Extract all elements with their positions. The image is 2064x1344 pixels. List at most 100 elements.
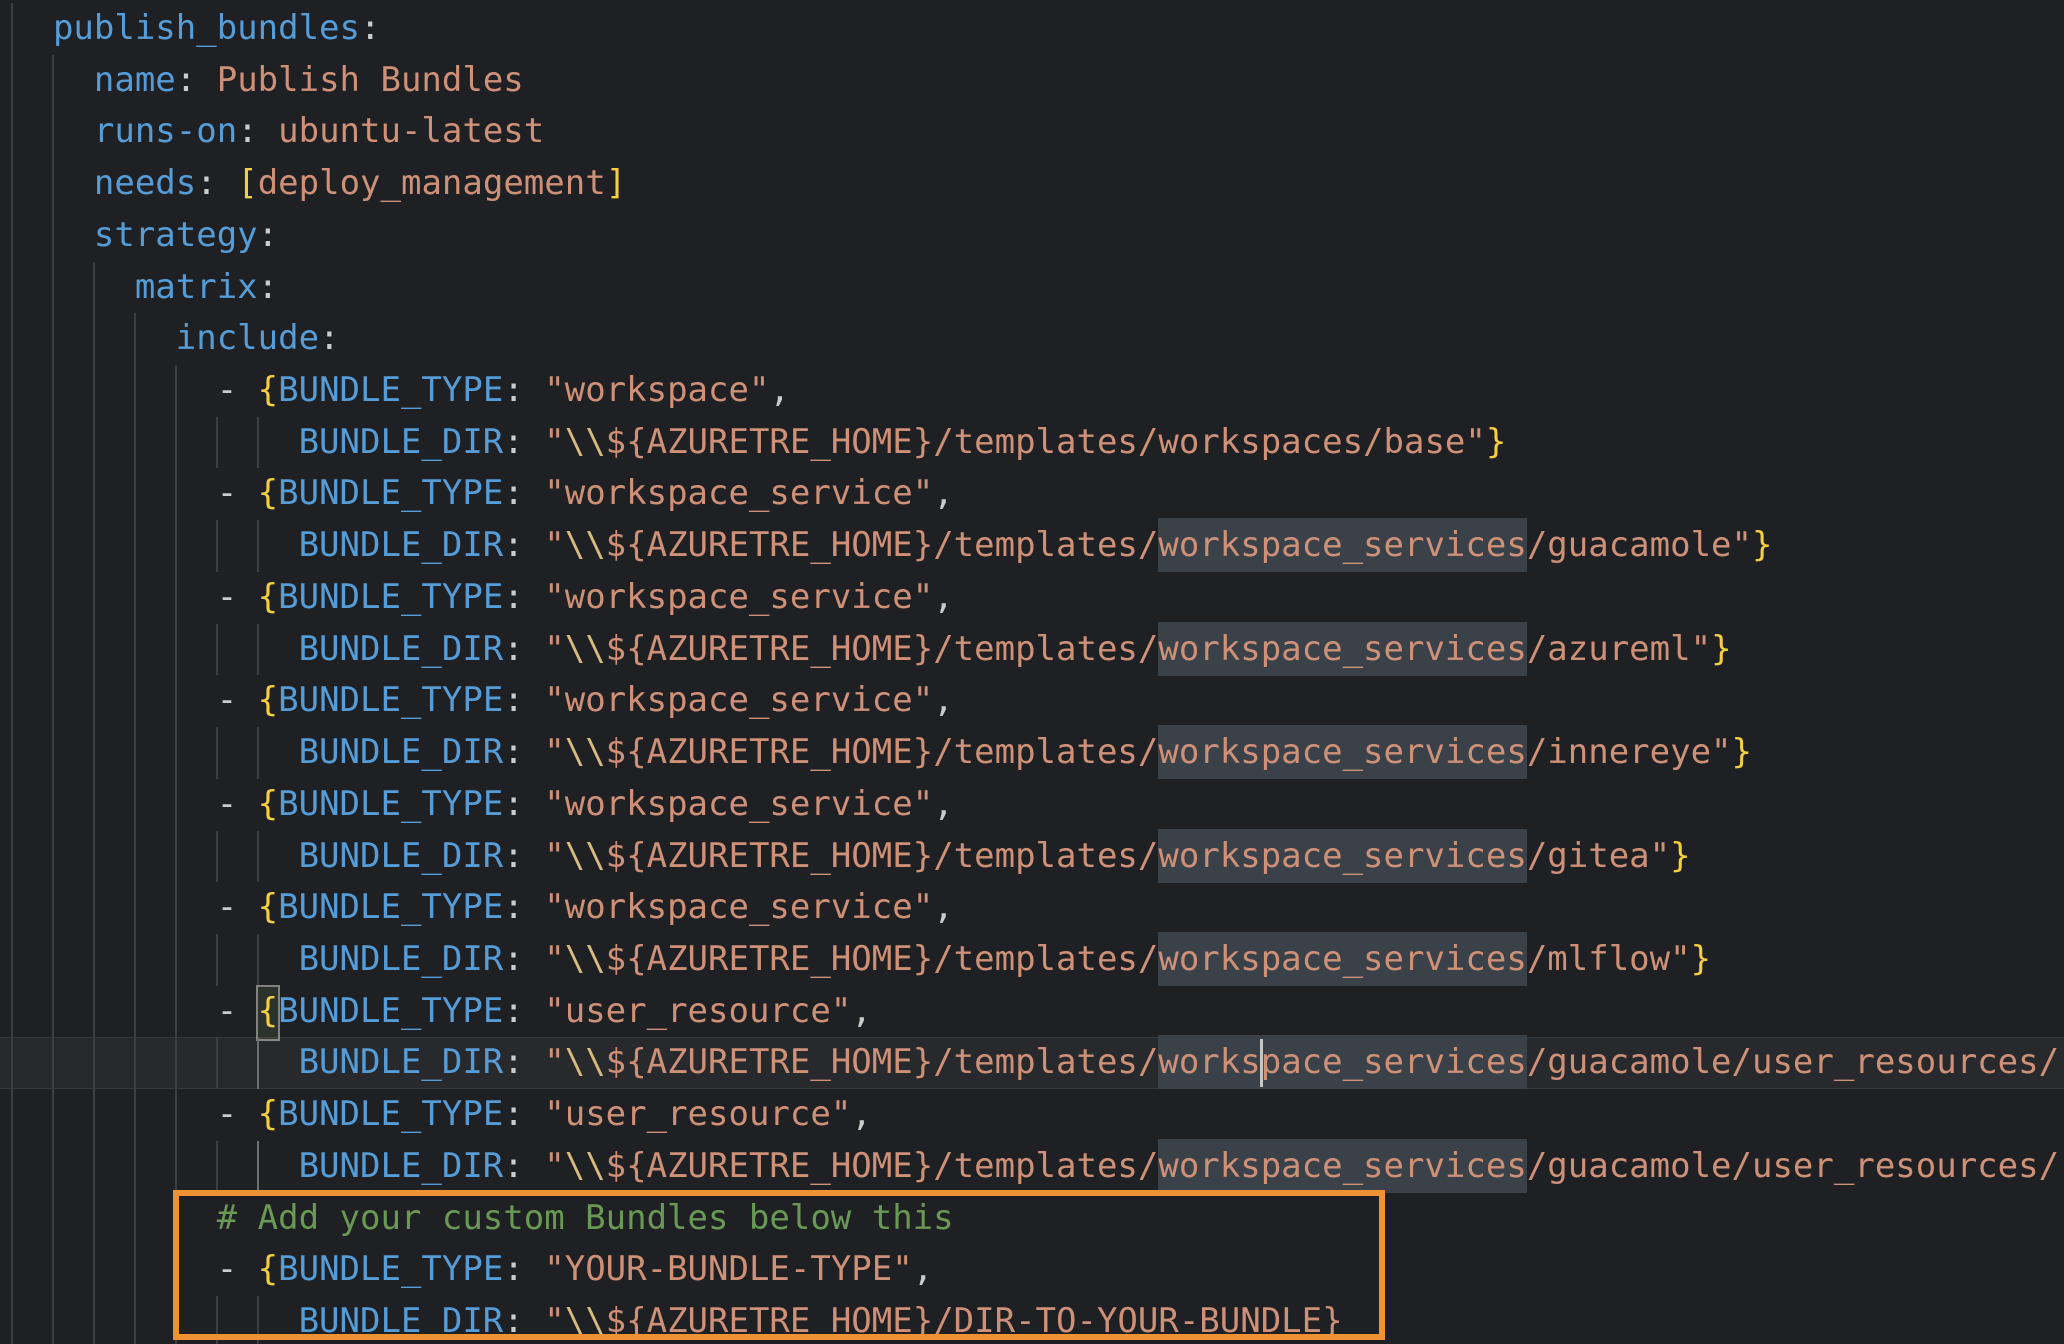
indent-guide (11, 675, 13, 727)
indent-guide (134, 1244, 136, 1296)
token-p: : (503, 732, 544, 772)
code-line[interactable]: runs-on: ubuntu-latest (0, 106, 2064, 158)
token-s: /azureml" (1527, 629, 1711, 669)
token-p: , (933, 887, 953, 927)
indent-guide (216, 624, 218, 676)
code-line[interactable]: matrix: (0, 262, 2064, 314)
indent-guide (216, 417, 218, 469)
token-s: " (544, 525, 564, 565)
code-line[interactable]: - {BUNDLE_TYPE: "workspace", (0, 365, 2064, 417)
token-e: \\ (565, 1146, 606, 1186)
indent-guide (52, 624, 54, 676)
code-line[interactable]: include: (0, 313, 2064, 365)
indent-guide (175, 831, 177, 883)
indent-guide (11, 262, 13, 314)
indent-guide (52, 55, 54, 107)
token-b: { (258, 370, 278, 410)
code-line[interactable]: - {BUNDLE_TYPE: "workspace_service", (0, 572, 2064, 624)
word-occurrence-highlight: workspace_services (1158, 932, 1526, 986)
indent-guide (93, 882, 95, 934)
token-s: "workspace" (544, 370, 769, 410)
indent-guide (175, 986, 177, 1038)
code-text: BUNDLE_DIR: "\\${AZURETRE_HOME}/template… (0, 1141, 2059, 1193)
indent-guide (11, 468, 13, 520)
token-p: : (503, 887, 544, 927)
word-occurrence-highlight: workspace_services (1158, 725, 1526, 779)
code-line[interactable]: BUNDLE_DIR: "\\${AZURETRE_HOME}/template… (0, 934, 2064, 986)
code-text: - {BUNDLE_TYPE: "user_resource", (0, 1089, 872, 1141)
indent-guide (52, 468, 54, 520)
code-text: - {BUNDLE_TYPE: "workspace_service", (0, 882, 954, 934)
code-line[interactable]: BUNDLE_DIR: "\\${AZURETRE_HOME}/template… (0, 831, 2064, 883)
token-e: \\ (565, 1042, 606, 1082)
code-line[interactable]: - {BUNDLE_TYPE: "workspace_service", (0, 779, 2064, 831)
indent-guide (175, 882, 177, 934)
code-line[interactable]: # Add your custom Bundles below this (0, 1193, 2064, 1245)
code-line[interactable]: BUNDLE_DIR: "\\${AZURETRE_HOME}/DIR-TO-Y… (0, 1296, 2064, 1344)
yaml-code-editor[interactable]: publish_bundles: name: Publish Bundles r… (0, 0, 2064, 1344)
indent-guide (52, 986, 54, 1038)
code-text: BUNDLE_DIR: "\\${AZURETRE_HOME}/template… (0, 624, 1732, 676)
token-p: , (933, 577, 953, 617)
indent-guide (11, 1244, 13, 1296)
token-k: BUNDLE_DIR (299, 629, 504, 669)
code-line[interactable]: BUNDLE_DIR: "\\${AZURETRE_HOME}/template… (0, 727, 2064, 779)
code-line[interactable]: BUNDLE_DIR: "\\${AZURETRE_HOME}/template… (0, 520, 2064, 572)
indent-guide (134, 779, 136, 831)
token-p: - (217, 784, 258, 824)
code-line[interactable]: name: Publish Bundles (0, 55, 2064, 107)
token-p: : (196, 163, 237, 203)
code-text: - {BUNDLE_TYPE: "workspace_service", (0, 572, 954, 624)
token-s: "YOUR-BUNDLE-TYPE" (544, 1249, 912, 1289)
token-p: - (217, 887, 258, 927)
indent-guide (175, 934, 177, 986)
code-line[interactable]: - {BUNDLE_TYPE: "YOUR-BUNDLE-TYPE", (0, 1244, 2064, 1296)
indent-guide (175, 1244, 177, 1296)
code-text: - {BUNDLE_TYPE: "workspace", (0, 365, 790, 417)
indent-guide (52, 1141, 54, 1193)
indent-guide (257, 727, 259, 779)
code-text: needs: [deploy_management] (0, 158, 626, 210)
indent-guide (11, 572, 13, 624)
token-k: publish_bundles (53, 8, 360, 48)
indent-guide (11, 934, 13, 986)
token-b: { (258, 784, 278, 824)
code-line[interactable]: BUNDLE_DIR: "\\${AZURETRE_HOME}/template… (0, 1141, 2064, 1193)
code-line[interactable]: - {BUNDLE_TYPE: "user_resource", (0, 1089, 2064, 1141)
token-e: \\ (565, 732, 606, 772)
code-line[interactable]: - {BUNDLE_TYPE: "workspace_service", (0, 882, 2064, 934)
indent-guide (93, 779, 95, 831)
code-line-current[interactable]: BUNDLE_DIR: "\\${AZURETRE_HOME}/template… (0, 1037, 2064, 1089)
indent-guide (52, 520, 54, 572)
token-k: BUNDLE_TYPE (278, 784, 503, 824)
token-s: /guacamole/user_resources/ (1527, 1146, 2059, 1186)
token-s: "user_resource" (544, 991, 851, 1031)
code-line[interactable]: - {BUNDLE_TYPE: "workspace_service", (0, 468, 2064, 520)
code-line[interactable]: BUNDLE_DIR: "\\${AZURETRE_HOME}/template… (0, 624, 2064, 676)
indent-guide (93, 1141, 95, 1193)
indent-guide (175, 468, 177, 520)
token-k: BUNDLE_DIR (299, 422, 504, 462)
bracket-match-highlight: { (258, 987, 278, 1039)
code-line[interactable]: - {BUNDLE_TYPE: "workspace_service", (0, 675, 2064, 727)
indent-guide (11, 831, 13, 883)
code-line[interactable]: strategy: (0, 210, 2064, 262)
indent-guide (216, 831, 218, 883)
token-k: name (94, 60, 176, 100)
code-line[interactable]: - {BUNDLE_TYPE: "user_resource", (0, 986, 2064, 1038)
code-line[interactable]: BUNDLE_DIR: "\\${AZURETRE_HOME}/template… (0, 417, 2064, 469)
token-s: ${AZURETRE_HOME}/templates/ (606, 1042, 1159, 1082)
token-p: , (933, 784, 953, 824)
code-line[interactable]: needs: [deploy_management] (0, 158, 2064, 210)
token-k: BUNDLE_TYPE (278, 680, 503, 720)
indent-guide (134, 1193, 136, 1245)
indent-guide (11, 727, 13, 779)
token-s: /innereye" (1527, 732, 1732, 772)
indent-guide (93, 365, 95, 417)
indent-guide (134, 1037, 136, 1089)
indent-guide (134, 675, 136, 727)
token-s: " (544, 1042, 564, 1082)
word-occurrence-highlight: works (1158, 1035, 1260, 1089)
code-line[interactable]: publish_bundles: (0, 3, 2064, 55)
indent-guide (11, 106, 13, 158)
